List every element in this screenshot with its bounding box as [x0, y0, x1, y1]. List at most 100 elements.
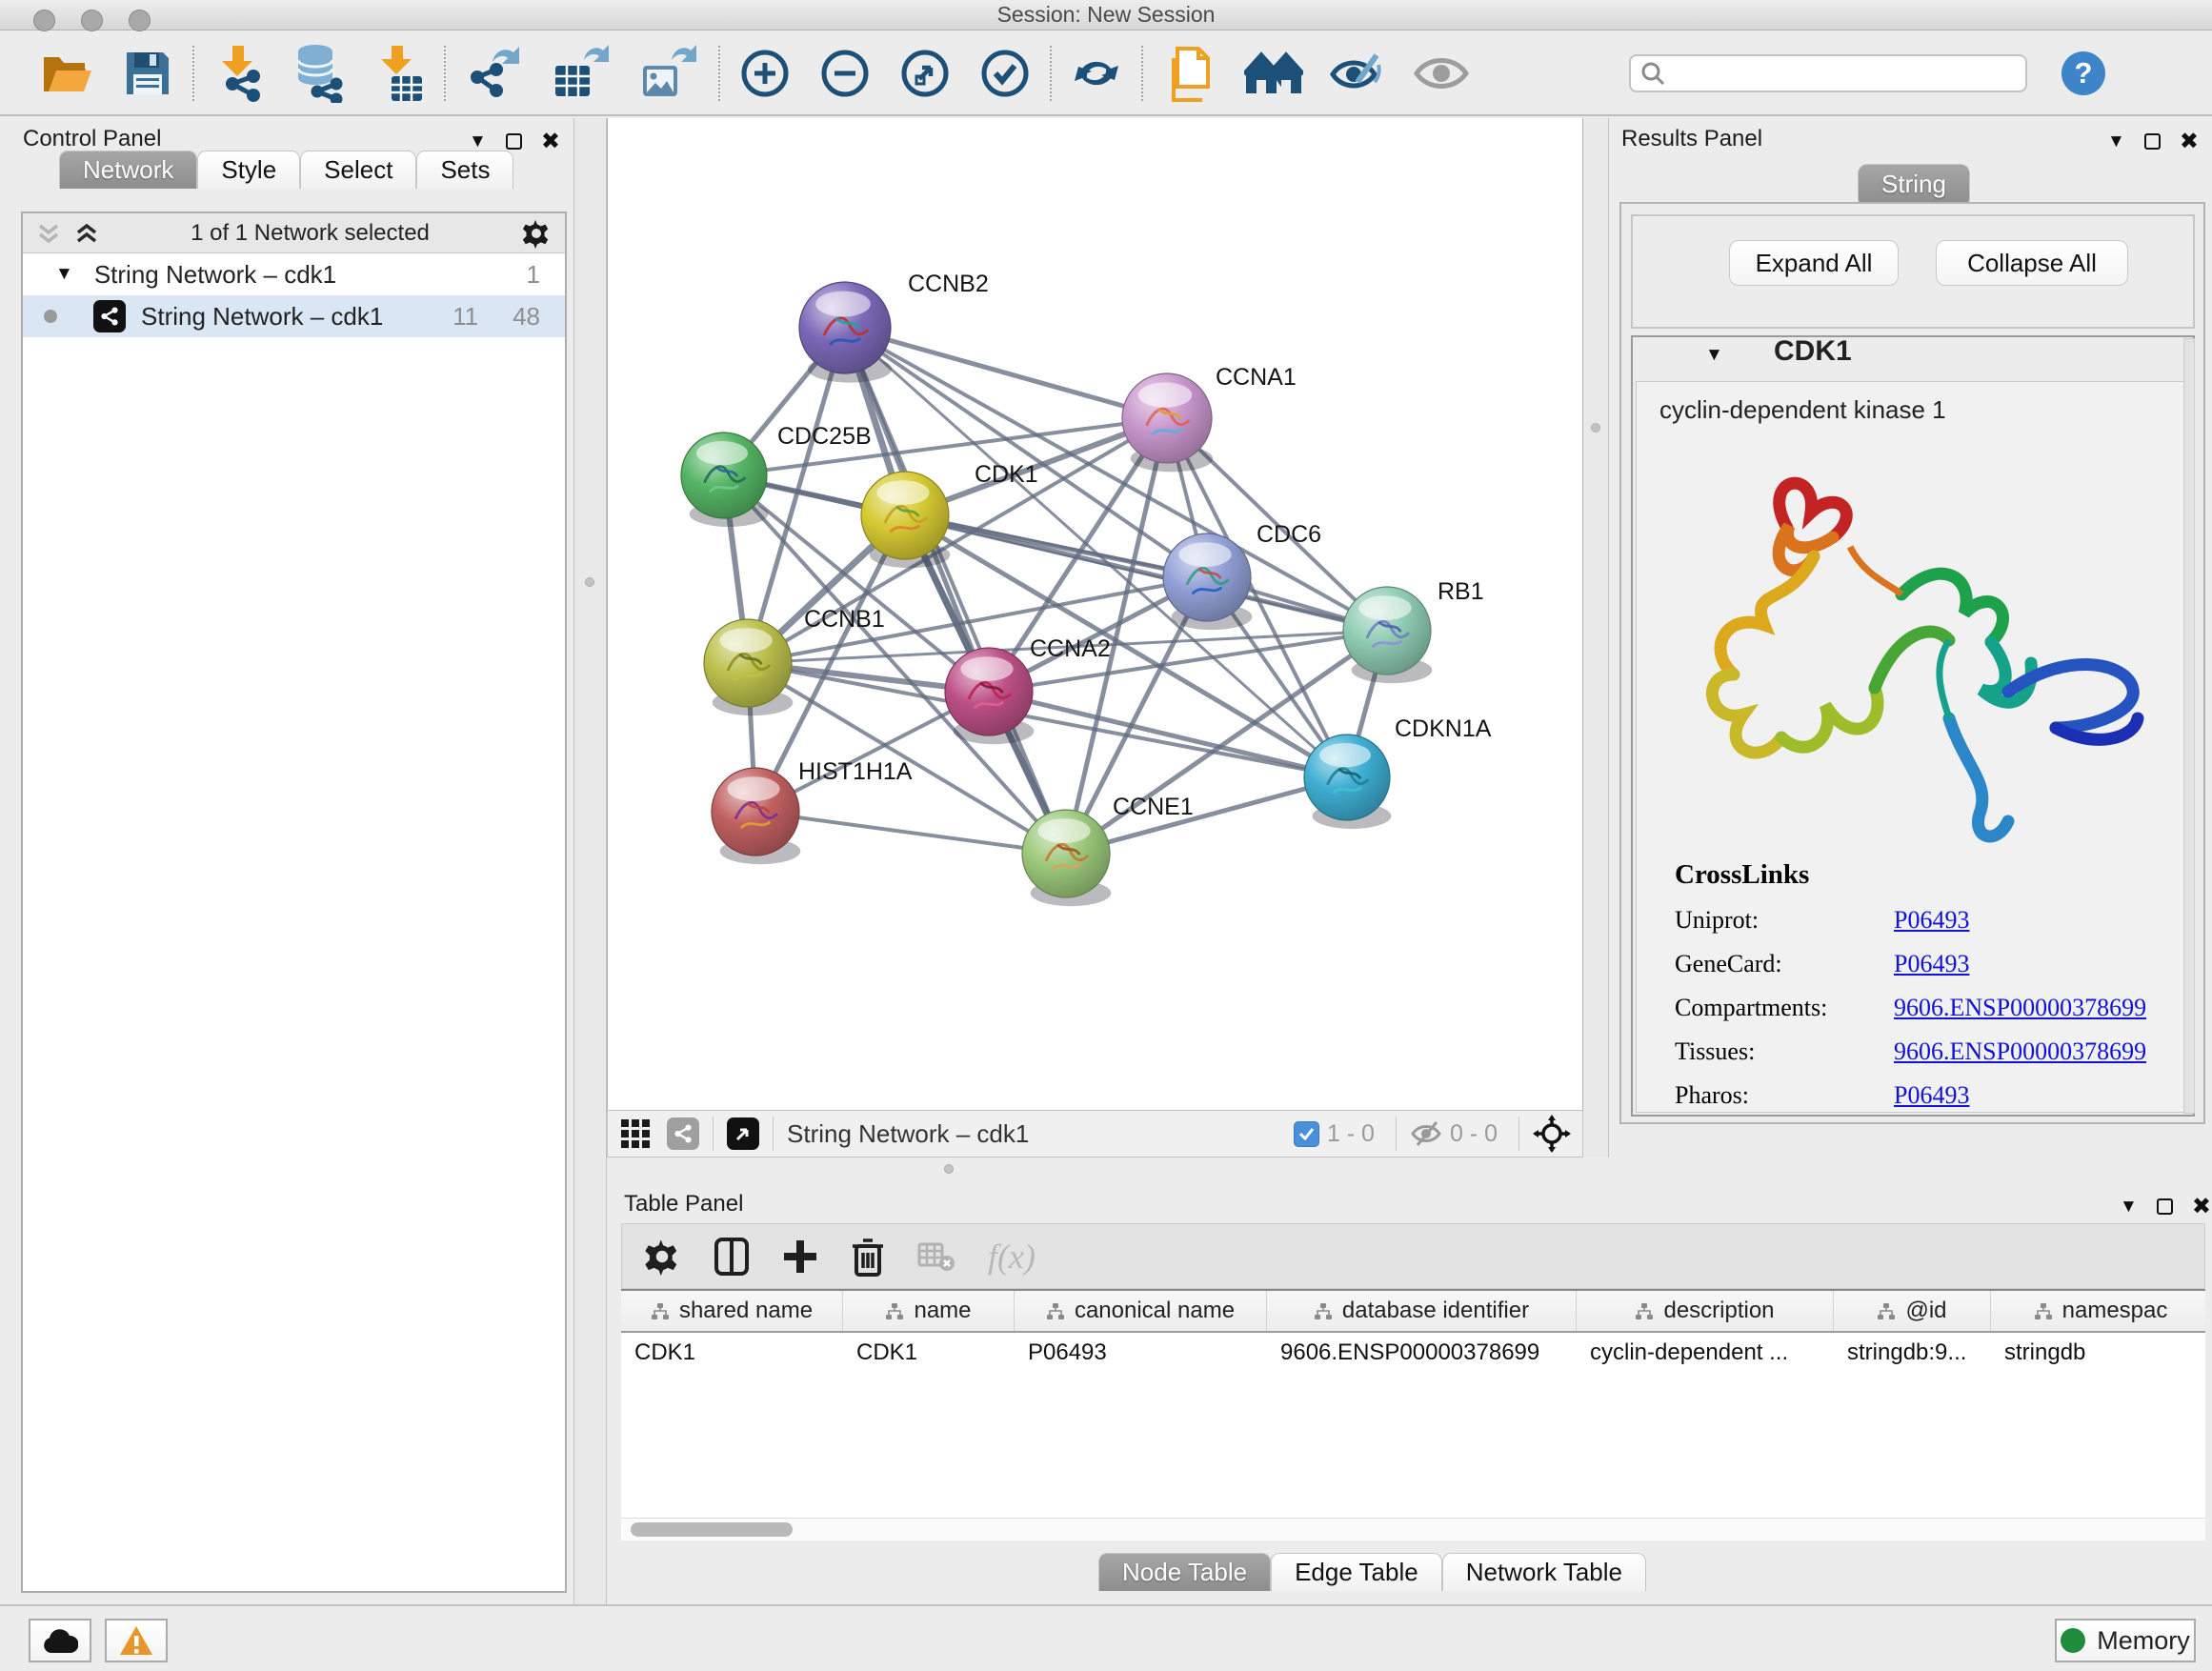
network-canvas[interactable]: CCNB2CCNA1CDC25BCDK1CDC6RB1CCNB1CCNA2CDK…	[607, 118, 1583, 1110]
column-header[interactable]: @id	[1834, 1291, 1991, 1331]
crosslink-label: Compartments:	[1675, 994, 1894, 1022]
export-table-icon[interactable]	[547, 39, 617, 108]
left-splitter[interactable]	[573, 118, 607, 1604]
table-row[interactable]: CDK1CDK1P064939606.ENSP00000378699cyclin…	[621, 1333, 2205, 1373]
import-network-file-icon[interactable]	[208, 39, 271, 108]
expand-all-button[interactable]: Expand All	[1729, 240, 1899, 286]
home-icon[interactable]	[1240, 39, 1307, 108]
node-label-ccnb1: CCNB1	[804, 606, 885, 633]
status-bar: Memory	[0, 1604, 2212, 1671]
crosslink-uniprot-link[interactable]: P06493	[1894, 906, 1969, 935]
grid-view-icon[interactable]	[619, 1117, 652, 1150]
node-label-cdk1: CDK1	[975, 461, 1038, 488]
node-details-caret-icon[interactable]: ▼	[1705, 345, 1723, 366]
column-header[interactable]: name	[843, 1291, 1015, 1331]
cloud-icon	[42, 1628, 78, 1653]
graphics-details-eye-icon[interactable]	[1324, 39, 1391, 108]
tab-string[interactable]: String	[1858, 164, 1970, 204]
show-hide-eye-icon[interactable]	[1408, 39, 1475, 108]
network-row[interactable]: String Network – cdk1 11 48	[23, 295, 565, 337]
results-scrollbar[interactable]	[2183, 338, 2195, 1114]
crosslink-genecard-link[interactable]: P06493	[1894, 950, 1969, 978]
zoom-selected-icon[interactable]	[974, 39, 1036, 108]
import-table-file-icon[interactable]	[368, 39, 431, 108]
table-panel-menu-icon[interactable]: ▼	[2120, 1197, 2138, 1218]
node-label-hist1h1a: HIST1H1A	[798, 758, 913, 785]
column-header[interactable]: namespac	[1991, 1291, 2205, 1331]
crosslink-pharos-link[interactable]: P06493	[1894, 1081, 1969, 1110]
export-image-icon[interactable]	[634, 39, 705, 108]
tab-node-table[interactable]: Node Table	[1098, 1553, 1271, 1591]
control-panel-float-icon[interactable]	[506, 133, 522, 150]
node-label-ccnb2: CCNB2	[908, 271, 989, 297]
table-cell: stringdb	[1991, 1333, 2205, 1373]
detach-view-icon[interactable]	[727, 1117, 759, 1150]
birds-eye-view-icon[interactable]	[1533, 1115, 1571, 1153]
column-header[interactable]: canonical name	[1015, 1291, 1267, 1331]
collapse-all-button[interactable]: Collapse All	[1936, 240, 2128, 286]
documents-icon[interactable]	[1156, 39, 1223, 108]
delete-column-icon[interactable]	[851, 1237, 885, 1277]
table-cell: 9606.ENSP00000378699	[1267, 1333, 1577, 1373]
table-panel-close-icon[interactable]: ✖	[2192, 1193, 2211, 1220]
help-button[interactable]: ?	[2061, 51, 2105, 95]
control-panel-close-icon[interactable]: ✖	[541, 128, 560, 155]
right-splitter-grip[interactable]	[1591, 423, 1600, 433]
network-view-share-icon[interactable]	[667, 1117, 699, 1150]
column-header[interactable]: shared name	[621, 1291, 843, 1331]
memory-button[interactable]: Memory	[2055, 1619, 2196, 1662]
tab-edge-table[interactable]: Edge Table	[1271, 1553, 1442, 1591]
tab-network-table[interactable]: Network Table	[1442, 1553, 1646, 1591]
tab-network[interactable]: Network	[59, 151, 197, 189]
zoom-out-icon[interactable]	[814, 39, 876, 108]
node-label-ccne1: CCNE1	[1113, 794, 1194, 820]
table-options-gear-icon[interactable]	[643, 1238, 681, 1276]
tab-sets[interactable]: Sets	[416, 151, 513, 189]
create-column-icon[interactable]	[782, 1237, 818, 1277]
open-session-icon[interactable]	[36, 39, 99, 108]
tab-style[interactable]: Style	[197, 151, 300, 189]
search-field[interactable]	[1629, 54, 2027, 92]
table-horizontal-scrollbar[interactable]	[621, 1518, 2205, 1540]
right-splitter[interactable]	[1584, 118, 1609, 1158]
left-splitter-grip[interactable]	[585, 577, 594, 587]
search-input[interactable]	[1673, 60, 2016, 87]
cloud-status-button[interactable]	[29, 1619, 91, 1662]
results-panel-menu-icon[interactable]: ▼	[2107, 131, 2125, 152]
zoom-in-icon[interactable]	[734, 39, 796, 108]
expand-all-icon[interactable]	[74, 222, 99, 245]
column-header[interactable]: database identifier	[1267, 1291, 1577, 1331]
crosslink-tissues-link[interactable]: 9606.ENSP00000378699	[1894, 1037, 2146, 1066]
warning-status-button[interactable]	[105, 1619, 168, 1662]
export-network-icon[interactable]	[459, 39, 530, 108]
control-panel-menu-icon[interactable]: ▼	[469, 131, 487, 152]
collection-expand-caret-icon[interactable]: ▼	[55, 264, 73, 285]
results-panel-float-icon[interactable]	[2144, 133, 2161, 150]
show-columns-icon[interactable]	[714, 1237, 750, 1277]
results-panel-title: Results Panel	[1621, 126, 1762, 152]
horizontal-splitter-grip[interactable]	[944, 1164, 954, 1174]
network-edge	[989, 692, 1347, 777]
tab-select[interactable]: Select	[300, 151, 416, 189]
network-collection-row[interactable]: ▼ String Network – cdk1 1	[23, 253, 565, 295]
save-session-icon[interactable]	[116, 39, 179, 108]
collection-count: 1	[527, 260, 540, 290]
zoom-fit-icon[interactable]	[894, 39, 956, 108]
scrollbar-thumb[interactable]	[631, 1522, 793, 1537]
crosslink-compartments-link[interactable]: 9606.ENSP00000378699	[1894, 994, 2146, 1022]
selected-items-checkbox-icon[interactable]	[1294, 1121, 1319, 1147]
network-graph[interactable]: CCNB2CCNA1CDC25BCDK1CDC6RB1CCNB1CCNA2CDK…	[608, 118, 1582, 1108]
table-panel-float-icon[interactable]	[2157, 1198, 2173, 1215]
crosslink-label: Uniprot:	[1675, 906, 1894, 935]
refresh-icon[interactable]	[1065, 39, 1128, 108]
import-network-database-icon[interactable]	[288, 39, 351, 108]
results-panel-close-icon[interactable]: ✖	[2180, 128, 2199, 155]
node-label-ccna1: CCNA1	[1216, 364, 1297, 391]
hidden-items-eye-icon[interactable]	[1410, 1120, 1442, 1147]
network-type-icon	[93, 300, 126, 332]
network-options-gear-icon[interactable]	[521, 218, 552, 249]
table-cell: CDK1	[621, 1333, 843, 1373]
collapse-all-icon[interactable]	[36, 222, 61, 245]
table-cell: stringdb:9...	[1834, 1333, 1991, 1373]
column-header[interactable]: description	[1577, 1291, 1834, 1331]
